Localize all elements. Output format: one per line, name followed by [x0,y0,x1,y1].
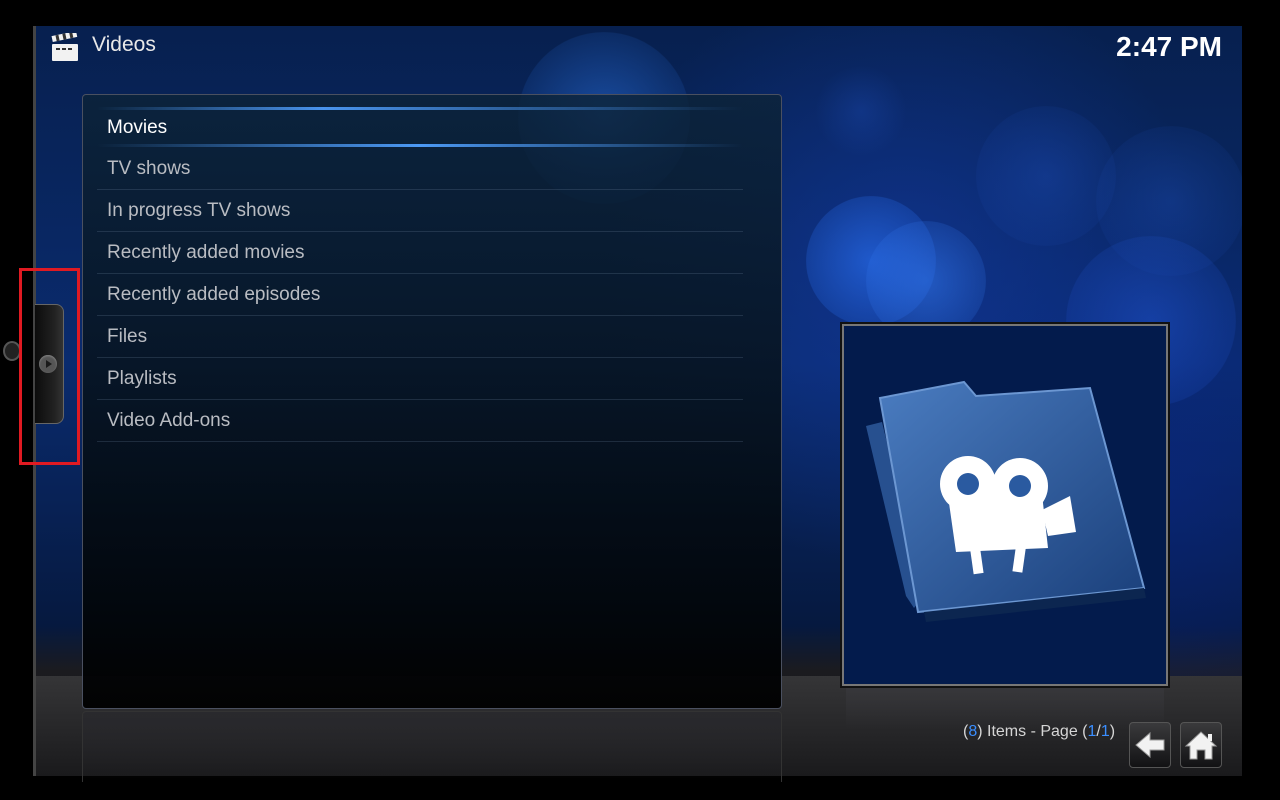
clapperboard-icon [50,30,80,63]
back-button[interactable] [1129,722,1171,768]
page-title: Videos [92,33,156,56]
menu-item-movies[interactable]: Movies [97,95,743,148]
highlight-box [19,268,80,465]
items-label: ) Items - Page ( [977,723,1088,740]
menu-panel: Movies TV shows In progress TV shows Rec… [82,94,782,709]
menu-item-playlists[interactable]: Playlists [97,358,743,400]
video-folder-camera-icon [866,380,1146,622]
clock: 2:47 PM [1116,31,1222,62]
page-total: 1 [1100,723,1110,740]
items-count: 8 [968,723,978,740]
menu-item-in-progress-tv-shows[interactable]: In progress TV shows [97,190,743,232]
menu-item-recently-added-movies[interactable]: Recently added movies [97,232,743,274]
home-icon [1184,731,1218,760]
home-button[interactable] [1180,722,1222,768]
items-page-info: (8) Items - Page (1/1) [963,723,1115,741]
menu-list: Movies TV shows In progress TV shows Rec… [97,95,743,442]
thumbnail-reflection [846,688,1164,728]
menu-item-video-add-ons[interactable]: Video Add-ons [97,400,743,442]
menu-item-tv-shows[interactable]: TV shows [97,148,743,190]
menu-item-files[interactable]: Files [97,316,743,358]
panel-reflection [82,711,782,782]
back-arrow-icon [1135,731,1165,759]
thumbnail-frame [842,324,1168,686]
items-close-paren: ) [1109,723,1116,740]
menu-item-recently-added-episodes[interactable]: Recently added episodes [97,274,743,316]
